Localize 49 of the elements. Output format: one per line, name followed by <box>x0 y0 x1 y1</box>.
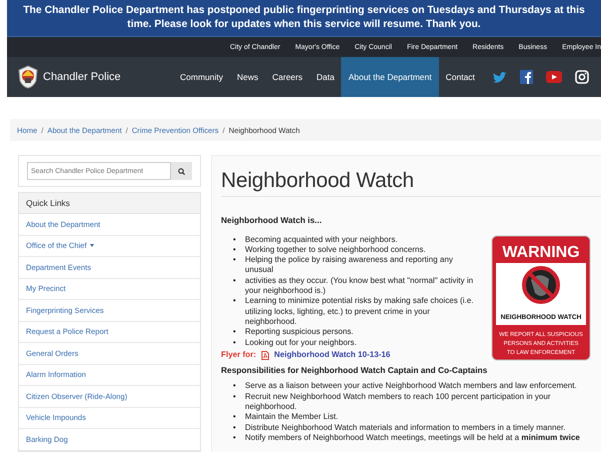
list-item: Maintain the Member List. <box>245 412 338 423</box>
bullet-marker: • <box>233 276 237 287</box>
bullet-marker: • <box>233 255 237 266</box>
quick-links-heading: Quick Links <box>19 193 200 214</box>
list-item: Learning to minimize potential risks by making safe choices (i.e. utilizing locks, lighting, etc.) to prevent crime in your neighborhood. <box>245 296 475 328</box>
play-button-icon <box>546 71 562 83</box>
bullet-marker: • <box>233 327 237 338</box>
nav-link[interactable]: Careers <box>265 57 310 97</box>
alert-message: The Chandler Police Department has postponed public fingerprinting services on Tuesdays and Thursdays at this time. Please look for updates when this service will resume. Thank you. <box>22 4 586 32</box>
sign-heading: WARNING <box>502 244 580 261</box>
bullet-marker: • <box>233 412 237 423</box>
list-item: Notify members of Neighborhood Watch meetings, meetings will be held at a minimum twice <box>245 432 580 444</box>
search-button[interactable] <box>171 162 192 180</box>
bird-icon <box>492 70 507 84</box>
pdf-file-icon <box>261 350 270 360</box>
list-item: Recruit new Neighborhood Watch members to reach 100 percent participation in your neighborhood. <box>245 392 552 412</box>
bullet-marker: • <box>233 296 237 308</box>
flyer-label: Flyer for: <box>221 350 256 360</box>
nav-link[interactable]: News <box>230 57 266 97</box>
camera-icon <box>574 70 589 84</box>
social-link[interactable] <box>574 70 589 84</box>
police-badge-logo <box>18 65 38 89</box>
nav-link[interactable]: Contact <box>438 57 482 97</box>
social-link[interactable] <box>520 70 533 84</box>
facebook-icon <box>520 70 533 84</box>
bullet-marker: • <box>233 234 237 245</box>
section-heading: Neighborhood Watch is... <box>221 215 323 226</box>
list-item: Looking out for your neighbors. <box>245 338 357 348</box>
list-item: Reporting suspicious persons. <box>245 327 354 338</box>
list-item: Becoming acquainted with your neighbors. <box>245 234 398 245</box>
bullet-marker: • <box>233 392 237 403</box>
bullet-marker: • <box>233 244 237 256</box>
bullet-marker: • <box>233 432 237 444</box>
bullet-marker: • <box>233 381 237 392</box>
site-name[interactable]: Chandler Police <box>43 71 121 83</box>
list-item: activities as they occur. (You know best what "normal" activity in your neighborhood is.) <box>245 276 474 296</box>
list-item: Distribute Neighborhood Watch materials and information to members in a timely manner. <box>245 422 566 433</box>
social-link[interactable] <box>546 71 562 83</box>
list-item: Working together to solve neighborhood concerns. <box>245 244 426 256</box>
page-title: Neighborhood Watch <box>221 170 601 198</box>
bullet-marker: • <box>233 338 237 348</box>
flyer-link[interactable]: Neighborhood Watch 10-13-16 <box>274 350 390 360</box>
list-item: Serve as a liaison between your active Neighborhood Watch members and law enforcement. <box>245 381 577 392</box>
bullet-marker: • <box>233 422 237 433</box>
section-heading: Responsibilities for Neighborhood Watch Captain and Co-Captains <box>221 365 488 376</box>
nav-link[interactable]: About the Department <box>341 57 439 97</box>
nav-link[interactable]: Data <box>309 57 342 97</box>
nav-link[interactable]: Community <box>173 57 230 97</box>
search-icon <box>178 168 185 174</box>
